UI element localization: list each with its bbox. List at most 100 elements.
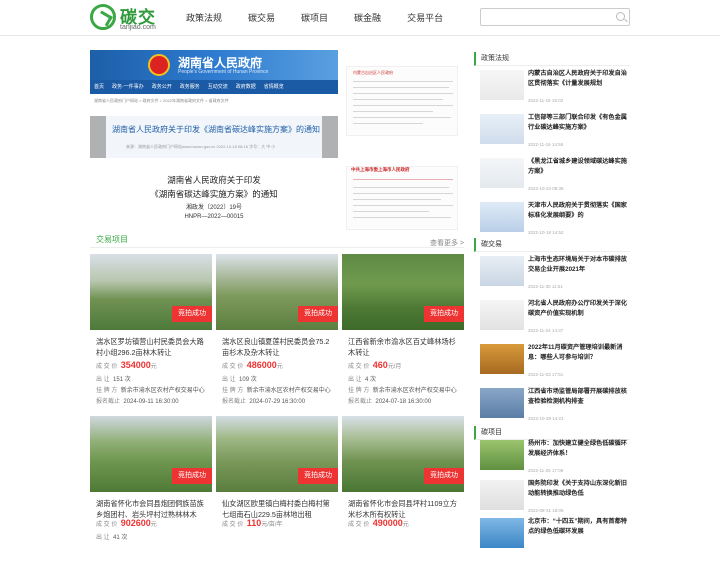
project-title[interactable]: 湍水区罗坊镇营山村民委员会大路村小组296.2亩林木转让 [96,336,210,358]
news-thumbnail[interactable] [480,202,524,232]
news-title[interactable]: 江西省市场监管局部署开展碳排放核查检验检测机构排查 [528,387,628,407]
scan-doc-title: 中共上海市委上海市人民政府 [351,167,410,172]
project-card[interactable]: 竞拍成功 湖南省怀化市会同县坪村1109立方米杉木所有权转让 成 交 价 490… [342,416,464,576]
news-title[interactable]: 内蒙古自治区人民政府关于印发自治区贯彻落实《计量发展规划 [528,69,628,89]
news-thumbnail[interactable] [480,388,524,418]
news-thumbnail[interactable] [480,300,524,330]
views-count: 109 次 [239,377,257,383]
news-title[interactable]: 扬州市：加快建立健全绿色低碳循环发展经济体系！ [528,439,628,459]
banner-breadcrumb: 湖南省人民政府门户网站 > 政府文件 > 2022年湖南省政府文件 > 省政府文… [94,98,229,103]
project-title[interactable]: 湍水区良山镇夏莲村民委员会75.2亩杉木及杂木转让 [222,336,336,358]
sidebar-section-title[interactable]: 政策法规 [474,52,630,66]
project-card[interactable]: 竞拍成功 湖南省怀化市会同县炮团侗族苗族乡炮团村、岩头坪村过熟林林木 成 交 价… [90,416,212,576]
scan-doc-title: 内蒙古自治区人民政府 [353,70,393,75]
banner-gov-menu: 首页 政务·一件事办 政务公开 政务服务 互动交流 政府数据 省情概览 [90,80,338,94]
price-unit: 元 [150,522,157,528]
scan-document-1[interactable]: 内蒙古自治区人民政府 [346,66,458,136]
views-label: 出 让 [96,377,110,383]
deal-price-label: 成 交 价 [222,364,244,370]
banner-carousel[interactable]: 湖南省人民政府 People's Government of Hunan Pro… [90,50,338,230]
view-more-link[interactable]: 查看更多 > [430,238,464,248]
news-date: 2022-11-25 17:08 [528,468,564,473]
banner-menu-item: 首页 [94,84,105,90]
project-card[interactable]: 竞拍成功 湍水区罗坊镇营山村民委员会大路村小组296.2亩林木转让 成 交 价 … [90,254,212,414]
nav-carbon-trade[interactable]: 碳交易 [248,0,275,36]
news-title[interactable]: 北京市：“十四五”期间，具有首都特点的绿色低碳环发展 [528,517,628,537]
news-title[interactable]: 河北省人民政府办公厅印发关于深化碳资产价值实现机制 [528,299,628,319]
sidebar-section-title[interactable]: 碳交易 [474,238,630,252]
auction-success-badge: 竞拍成功 [424,306,464,322]
news-date: 2022-10-28 14:21 [528,416,564,421]
banner-gov-header: 湖南省人民政府 People's Government of Hunan Pro… [90,50,338,80]
news-item[interactable]: 工信部等三部门联合印发《有色金属行业碳达峰实施方案》 2022-11-16 14… [474,110,630,154]
project-card[interactable]: 竞拍成功 仙女湖区欧里镇白梅村委白梅村第七组南石山229.5亩林地出租 成 交 … [216,416,338,576]
news-title[interactable]: 工信部等三部门联合印发《有色金属行业碳达峰实施方案》 [528,113,628,133]
banner-menu-item: 政务公开 [151,84,172,90]
logo-leaf-icon [90,4,116,30]
banner-site-title-en: People's Government of Hunan Province [178,69,269,75]
news-date: 2022-11-24 14:37 [528,328,564,333]
scan-document-2[interactable]: 中共上海市委上海市人民政府 [346,166,458,230]
news-title[interactable]: 上海市生态环境局关于对本市碳排放交易企业开展2021年 [528,255,628,275]
news-item[interactable]: 扬州市：加快建立健全绿色低碳循环发展经济体系！ 2022-11-25 17:08 [474,436,630,480]
auction-success-badge: 竞拍成功 [172,306,212,322]
banner-menu-item: 政务·一件事办 [112,84,144,90]
deal-price-label: 成 交 价 [348,364,370,370]
news-item[interactable]: 北京市：“十四五”期间，具有首都特点的绿色低碳环发展 [474,514,630,558]
deal-price-label: 成 交 价 [96,522,118,528]
nav-carbon-finance[interactable]: 碳金融 [354,0,381,36]
banner-slide-meta: 来源：湖南省人民政府门户网站www.hunan.gov.cn 2022-10-1… [126,144,276,149]
banner-menu-item: 互动交流 [207,84,228,90]
search-icon[interactable] [616,12,625,21]
news-thumbnail[interactable] [480,518,524,548]
deadline-label: 报名截止 [222,399,247,405]
news-date: 2022-08-31 18:06 [528,508,564,513]
news-thumbnail[interactable] [480,114,524,144]
news-thumbnail[interactable] [480,480,524,510]
carousel-prev-button[interactable] [90,116,106,158]
news-title[interactable]: 《黑龙江省城乡建设领域碳达峰实施方案》 [528,157,628,177]
sidebar-carbon-project: 碳项目 扬州市：加快建立健全绿色低碳循环发展经济体系！ 2022-11-25 1… [474,426,630,548]
document-scans[interactable]: 内蒙古自治区人民政府 中共上海市委上海市人民政府 [342,58,462,230]
deadline-date: 2024-09-11 16:30:00 [123,399,179,405]
banner-doc-number: 湘政发〔2022〕19号 [185,205,243,211]
deal-price-label: 成 交 价 [96,364,118,370]
views-label: 出 让 [96,535,110,541]
project-title[interactable]: 江西省新余市渝水区百丈峰林场杉木转让 [348,336,462,358]
news-item[interactable]: 天津市人民政府关于贯彻落实《国家标准化发展纲要》的 2022-10-18 14:… [474,198,630,242]
news-item[interactable]: 江西省市场监管局部署开展碳排放核查检验检测机构排查 2022-10-28 14:… [474,384,630,428]
lister-label: 挂 牌 方 [96,388,118,394]
news-item[interactable]: 内蒙古自治区人民政府关于印发自治区贯彻落实《计量发展规划 2022-11-16 … [474,66,630,110]
project-title[interactable]: 湖南省怀化市会同县炮团侗族苗族乡炮团村、岩头坪村过熟林林木 [96,498,210,520]
project-title[interactable]: 仙女湖区欧里镇白梅村委白梅村第七组南石山229.5亩林地出租 [222,498,336,520]
news-thumbnail[interactable] [480,256,524,286]
deal-price: 110 [246,518,262,528]
nav-carbon-project[interactable]: 碳项目 [301,0,328,36]
news-thumbnail[interactable] [480,440,524,470]
news-thumbnail[interactable] [480,344,524,374]
news-thumbnail[interactable] [480,70,524,100]
project-card[interactable]: 竞拍成功 江西省新余市渝水区百丈峰林场杉木转让 成 交 价 460元/月 出 让… [342,254,464,414]
search-input[interactable] [480,8,630,26]
deal-price-label: 成 交 价 [222,522,244,528]
views-count: 151 次 [113,377,131,383]
news-item[interactable]: 《黑龙江省城乡建设领域碳达峰实施方案》 2022-10-24 08:36 [474,154,630,198]
nav-platform[interactable]: 交易平台 [407,0,443,36]
deal-price: 486000 [246,360,277,370]
price-unit: 元 [150,364,157,370]
news-title[interactable]: 天津市人民政府关于贯彻落实《国家标准化发展纲要》的 [528,201,628,221]
news-thumbnail[interactable] [480,158,524,188]
project-card[interactable]: 竞拍成功 湍水区良山镇夏莲村民委员会75.2亩杉木及杂木转让 成 交 价 486… [216,254,338,414]
news-item[interactable]: 2022年11月碳资产管理培训最新消息：哪些人可参与培训？ 2022-11-03… [474,340,630,384]
news-item[interactable]: 河北省人民政府办公厅印发关于深化碳资产价值实现机制 2022-11-24 14:… [474,296,630,340]
deal-price: 460 [372,360,388,370]
news-title[interactable]: 2022年11月碳资产管理培训最新消息：哪些人可参与培训？ [528,343,628,363]
news-title[interactable]: 国务院印发《关于支持山东深化新旧动能转换推动绿色低 [528,479,628,499]
nav-policy[interactable]: 政策法规 [186,0,222,36]
carousel-next-button[interactable] [322,116,338,158]
news-item[interactable]: 上海市生态环境局关于对本市碳排放交易企业开展2021年 2022-11-30 1… [474,252,630,296]
site-logo[interactable]: 碳交 tanjiao.com [90,3,160,33]
lister-label: 挂 牌 方 [222,388,244,394]
project-title[interactable]: 湖南省怀化市会同县坪村1109立方米杉木所有权转让 [348,498,462,520]
deadline-date: 2024-07-18 16:30:00 [375,399,432,405]
